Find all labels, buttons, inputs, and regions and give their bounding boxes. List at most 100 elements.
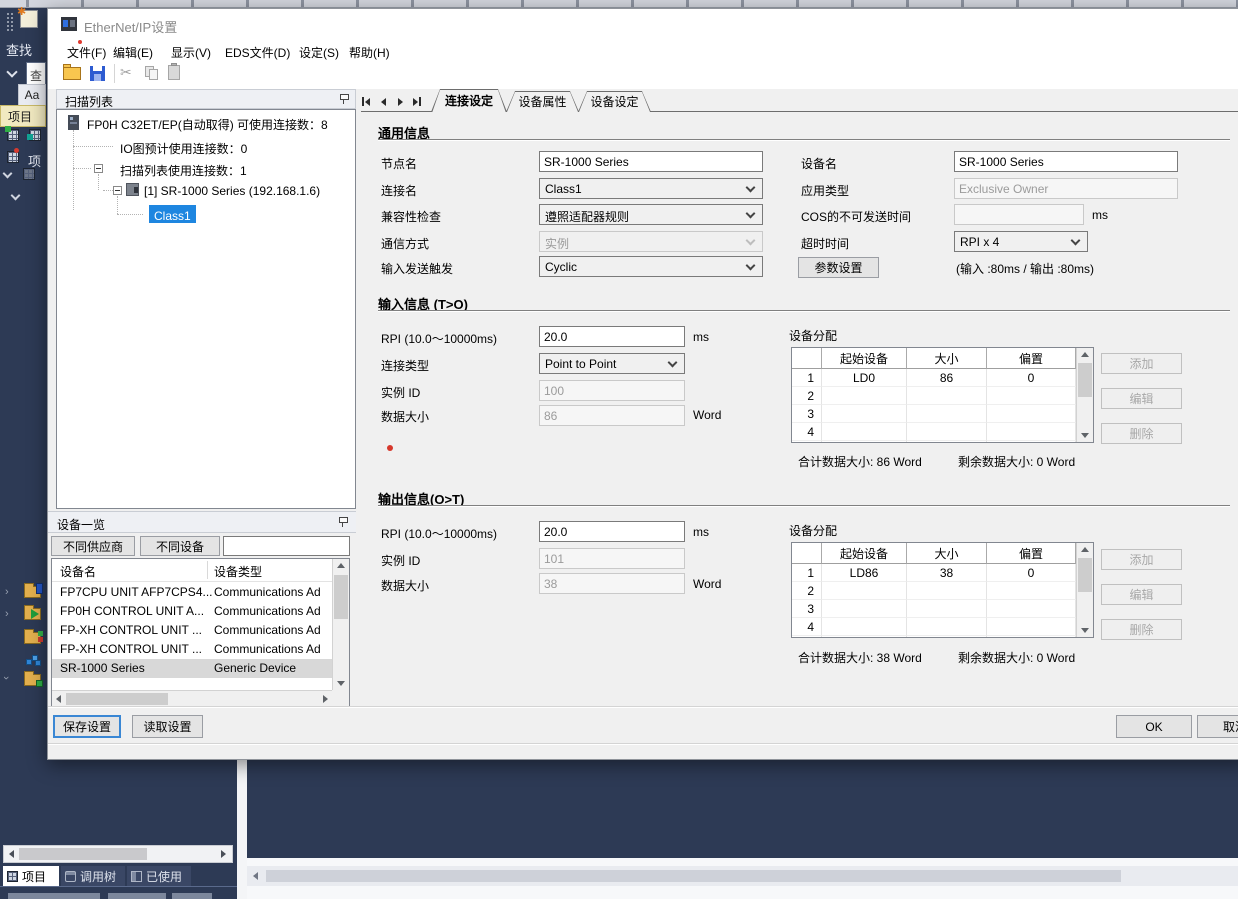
scrollbar-thumb[interactable] <box>19 848 147 860</box>
alloc-row[interactable]: 4 <box>792 423 1076 441</box>
device-table-hscrollbar[interactable] <box>52 690 332 707</box>
scroll-up-icon[interactable] <box>1081 352 1089 357</box>
drag-handle[interactable] <box>6 12 14 32</box>
cut-icon[interactable]: ✂ <box>120 64 132 81</box>
save-settings-button[interactable]: 保存设置 <box>53 715 121 738</box>
tab-nav-first[interactable] <box>359 95 373 108</box>
ok-button[interactable]: OK <box>1116 715 1192 738</box>
tab-device-settings[interactable]: 设备设定 <box>578 91 651 112</box>
copy-icon[interactable] <box>145 66 159 80</box>
alloc-vscrollbar[interactable] <box>1076 348 1093 442</box>
device-row[interactable]: FP7CPU UNIT AFP7CPS4... Communications A… <box>52 583 332 602</box>
find-input[interactable]: 查 <box>26 62 46 85</box>
timeout-select[interactable]: RPI x 4 <box>954 231 1088 252</box>
paste-icon[interactable] <box>168 65 180 80</box>
expand-chevron-icon[interactable] <box>3 169 13 179</box>
scroll-down-icon[interactable] <box>1081 433 1089 438</box>
parameter-settings-button[interactable]: 参数设置 <box>798 257 879 278</box>
scroll-left-icon[interactable] <box>9 850 14 858</box>
output-alloc-delete-button[interactable]: 删除 <box>1101 619 1182 640</box>
project-hscrollbar[interactable] <box>3 845 233 863</box>
device-col-name[interactable]: 设备名 <box>60 563 96 580</box>
tree-collapse-icon[interactable] <box>94 164 103 173</box>
folder-resource-icon[interactable] <box>24 674 41 686</box>
new-page-icon[interactable]: ✱ <box>20 10 38 28</box>
scrollbar-thumb[interactable] <box>1078 558 1092 592</box>
cancel-button[interactable]: 取消 <box>1197 715 1238 738</box>
device-row-selected[interactable]: SR-1000 Series Generic Device <box>52 659 332 678</box>
collapsed-arrow-icon[interactable]: › <box>5 586 9 598</box>
tree-collapse-icon[interactable] <box>113 186 122 195</box>
input-alloc-edit-button[interactable]: 编辑 <box>1101 388 1182 409</box>
device-row[interactable]: FP-XH CONTROL UNIT ... Communications Ad <box>52 621 332 640</box>
alloc-row[interactable]: 2 <box>792 387 1076 405</box>
scrollbar-thumb[interactable] <box>334 575 348 619</box>
collapsed-arrow-icon[interactable]: › <box>5 608 9 620</box>
scroll-left-icon[interactable] <box>56 695 61 703</box>
output-alloc-edit-button[interactable]: 编辑 <box>1101 584 1182 605</box>
tab-nav-next[interactable] <box>393 95 407 108</box>
match-case-button[interactable]: Aa <box>18 84 46 106</box>
pin-icon[interactable] <box>338 93 349 105</box>
alloc-vscrollbar[interactable] <box>1076 543 1093 637</box>
menu-view[interactable]: 显示(V) <box>171 44 211 61</box>
alloc-row[interactable]: 5 <box>792 636 1076 638</box>
folder-program-icon[interactable] <box>24 586 41 598</box>
menu-settings[interactable]: 设定(S) <box>299 44 339 61</box>
read-settings-button[interactable]: 读取设置 <box>132 715 203 738</box>
tab-connection-settings[interactable]: 连接设定 <box>431 89 507 112</box>
device-name-input[interactable] <box>954 151 1178 172</box>
device-filter-button[interactable]: 不同设备 <box>140 536 220 556</box>
save-icon[interactable] <box>90 66 105 81</box>
connection-name-select[interactable]: Class1 <box>539 178 763 199</box>
menu-help[interactable]: 帮助(H) <box>349 44 390 61</box>
scrollbar-thumb[interactable] <box>66 693 168 705</box>
vendor-filter-button[interactable]: 不同供应商 <box>51 536 135 556</box>
alloc-row[interactable]: 3 <box>792 600 1076 618</box>
tree-root-label[interactable]: FP0H C32ET/EP(自动取得) 可使用连接数：8 <box>87 116 328 133</box>
alloc-row[interactable]: 3 <box>792 405 1076 423</box>
device-row[interactable]: FP0H CONTROL UNIT A... Communications Ad <box>52 602 332 621</box>
alloc-row[interactable]: 1LD0860 <box>792 369 1076 387</box>
connection-type-select[interactable]: Point to Point <box>539 353 685 374</box>
input-alloc-add-button[interactable]: 添加 <box>1101 353 1182 374</box>
input-trigger-select[interactable]: Cyclic <box>539 256 763 277</box>
scrollbar-thumb[interactable] <box>266 870 1121 882</box>
device-search-input[interactable] <box>223 536 350 556</box>
bottom-tab-calltree[interactable]: 调用树 <box>61 866 125 886</box>
node-name-input[interactable] <box>539 151 763 172</box>
tab-nav-last[interactable] <box>410 95 424 108</box>
scroll-down-icon[interactable] <box>1081 628 1089 633</box>
scrollbar-thumb[interactable] <box>1078 363 1092 397</box>
alloc-row[interactable]: 1LD86380 <box>792 564 1076 582</box>
tree-item-class1[interactable]: Class1 <box>149 205 196 223</box>
alloc-row[interactable]: 5 <box>792 441 1076 443</box>
menu-eds-file[interactable]: EDS文件(D) <box>225 44 290 61</box>
compatibility-check-select[interactable]: 遵照适配器规则 <box>539 204 763 225</box>
sidebar-tab-project[interactable]: 项目 <box>0 105 46 127</box>
input-alloc-delete-button[interactable]: 删除 <box>1101 423 1182 444</box>
device-row[interactable]: FP-XH CONTROL UNIT ... Communications Ad <box>52 640 332 659</box>
folder-run-icon[interactable] <box>24 608 41 620</box>
bottom-tab-used[interactable]: 已使用 <box>127 866 191 886</box>
tab-nav-prev[interactable] <box>376 95 390 108</box>
scroll-right-icon[interactable] <box>323 695 328 703</box>
alloc-row[interactable]: 2 <box>792 582 1076 600</box>
tree-item-sr1000[interactable]: [1] SR-1000 Series (192.168.1.6) <box>144 184 320 198</box>
bottom-tab-project[interactable]: 项目 <box>3 866 59 886</box>
edit-table-icon[interactable] <box>22 167 36 181</box>
add-device-icon[interactable] <box>6 128 20 142</box>
pin-icon[interactable] <box>337 516 348 528</box>
table-item-icon[interactable] <box>6 150 20 164</box>
folder-config-icon[interactable] <box>24 632 41 644</box>
scroll-up-icon[interactable] <box>1081 547 1089 552</box>
scroll-right-icon[interactable] <box>221 850 226 858</box>
open-file-icon[interactable] <box>63 67 81 80</box>
tab-device-properties[interactable]: 设备属性 <box>506 91 579 112</box>
scroll-up-icon[interactable] <box>337 563 345 568</box>
device-table-vscrollbar[interactable] <box>332 559 349 690</box>
tree-item-scanlist-count[interactable]: 扫描列表使用连接数：1 <box>120 162 247 179</box>
menu-edit[interactable]: 编辑(E) <box>113 44 153 61</box>
menu-file[interactable]: 文件(F) <box>67 44 106 61</box>
output-rpi-input[interactable] <box>539 521 685 542</box>
